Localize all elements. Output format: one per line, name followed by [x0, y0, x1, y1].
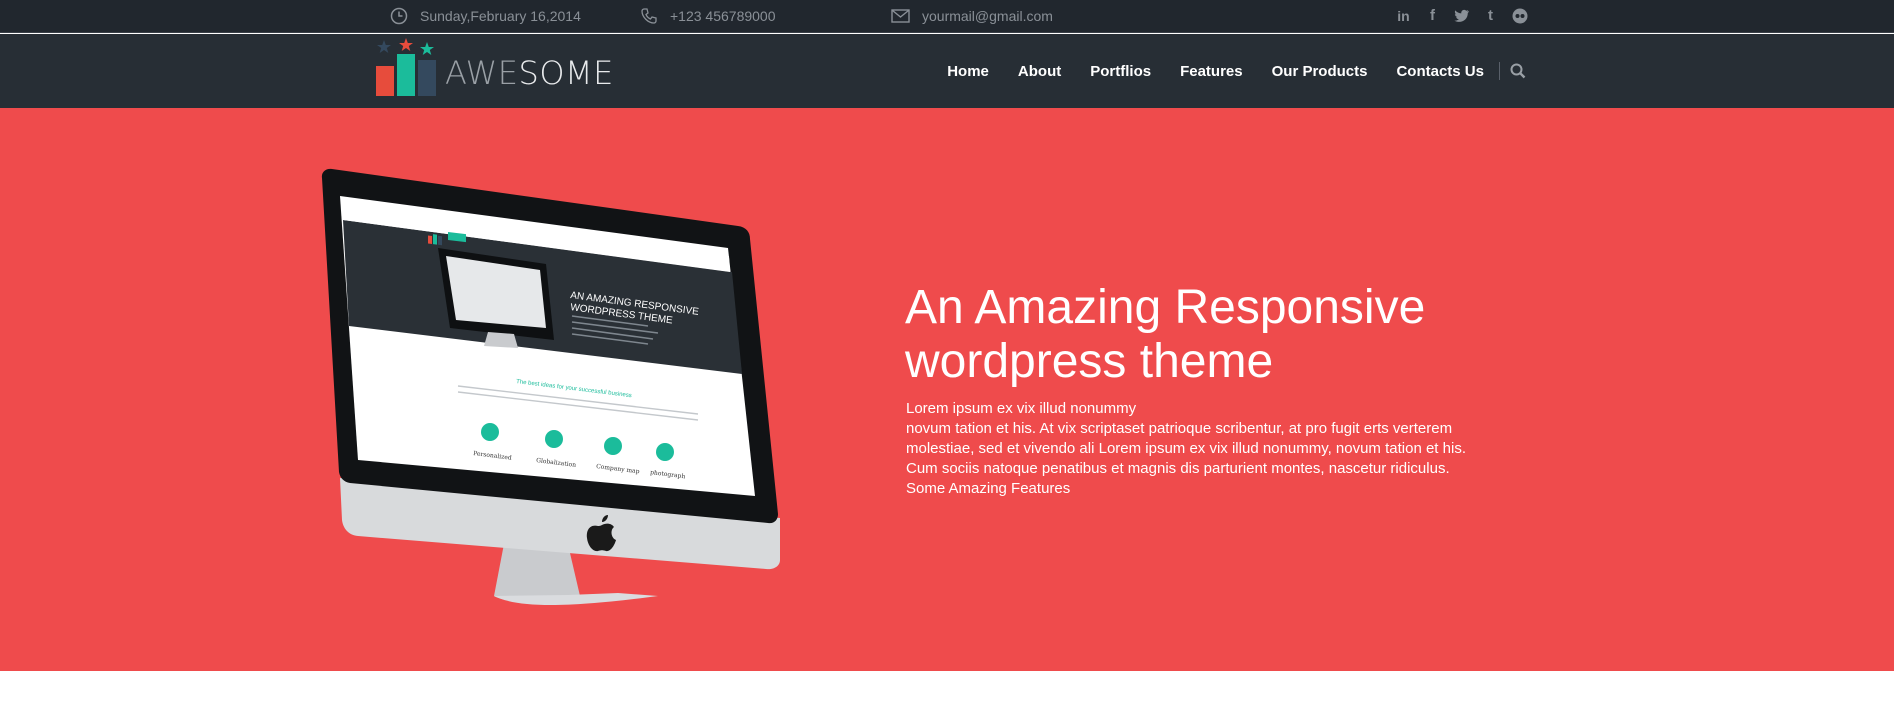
- hero-description: Lorem ipsum ex vix illud nonummy novum t…: [906, 399, 1486, 499]
- hero-text-line: novum tation et his. At vix scriptaset p…: [906, 420, 1453, 437]
- phone-link[interactable]: +123 456789000: [670, 8, 776, 24]
- site-header: AWESOME Home About Portflios Features Ou…: [0, 34, 1894, 108]
- search-button[interactable]: [1508, 61, 1528, 81]
- hero-title-line-2: wordpress theme: [905, 335, 1274, 388]
- nav-contacts[interactable]: Contacts Us: [1396, 63, 1484, 80]
- site-logo[interactable]: AWESOME: [375, 38, 614, 96]
- date-text: Sunday,February 16,2014: [420, 7, 581, 24]
- phone-icon: [641, 7, 657, 24]
- logo-bars-icon: [376, 38, 436, 96]
- email-link[interactable]: yourmail@gmail.com: [922, 8, 1053, 24]
- search-icon: [1510, 63, 1526, 79]
- nav-features[interactable]: Features: [1180, 63, 1243, 80]
- nav-about[interactable]: About: [1018, 63, 1061, 80]
- phone-info: +123 456789000: [640, 0, 776, 31]
- hero-title-line-1: An Amazing Responsive: [905, 281, 1426, 334]
- main-nav: Home About Portflios Features Our Produc…: [918, 34, 1528, 108]
- twitter-icon[interactable]: [1453, 7, 1470, 24]
- flickr-icon[interactable]: [1511, 7, 1528, 24]
- hero-text-line: molestiae, sed et vivendo ali Lorem ipsu…: [906, 440, 1466, 457]
- logo-text: AWESOME: [445, 54, 614, 92]
- nav-divider: [1499, 62, 1500, 80]
- email-info: yourmail@gmail.com: [891, 0, 1053, 31]
- nav-portfolios[interactable]: Portflios: [1090, 63, 1151, 80]
- social-links: in f t: [1395, 7, 1528, 24]
- date-info: Sunday,February 16,2014: [390, 0, 581, 31]
- mail-icon: [891, 8, 910, 23]
- imac-mockup-image: AN AMAZING RESPONSIVE WORDPRESS THEME Th…: [321, 168, 780, 605]
- tumblr-icon[interactable]: t: [1482, 7, 1499, 24]
- hero-text-line: Some Amazing Features: [906, 480, 1071, 497]
- nav-home[interactable]: Home: [947, 63, 989, 80]
- hero-text-line: Lorem ipsum ex vix illud nonummy: [906, 400, 1137, 417]
- hero-title: An Amazing Responsive wordpress theme: [905, 281, 1525, 389]
- top-info-bar: Sunday,February 16,2014 +123 456789000 y…: [0, 0, 1894, 33]
- hero-text-line: Cum sociis natoque penatibus et magnis d…: [906, 460, 1450, 477]
- linkedin-icon[interactable]: in: [1395, 7, 1412, 24]
- clock-icon: [390, 7, 408, 24]
- facebook-icon[interactable]: f: [1424, 7, 1441, 24]
- nav-our-products[interactable]: Our Products: [1272, 63, 1368, 80]
- hero-section: AN AMAZING RESPONSIVE WORDPRESS THEME Th…: [0, 108, 1894, 671]
